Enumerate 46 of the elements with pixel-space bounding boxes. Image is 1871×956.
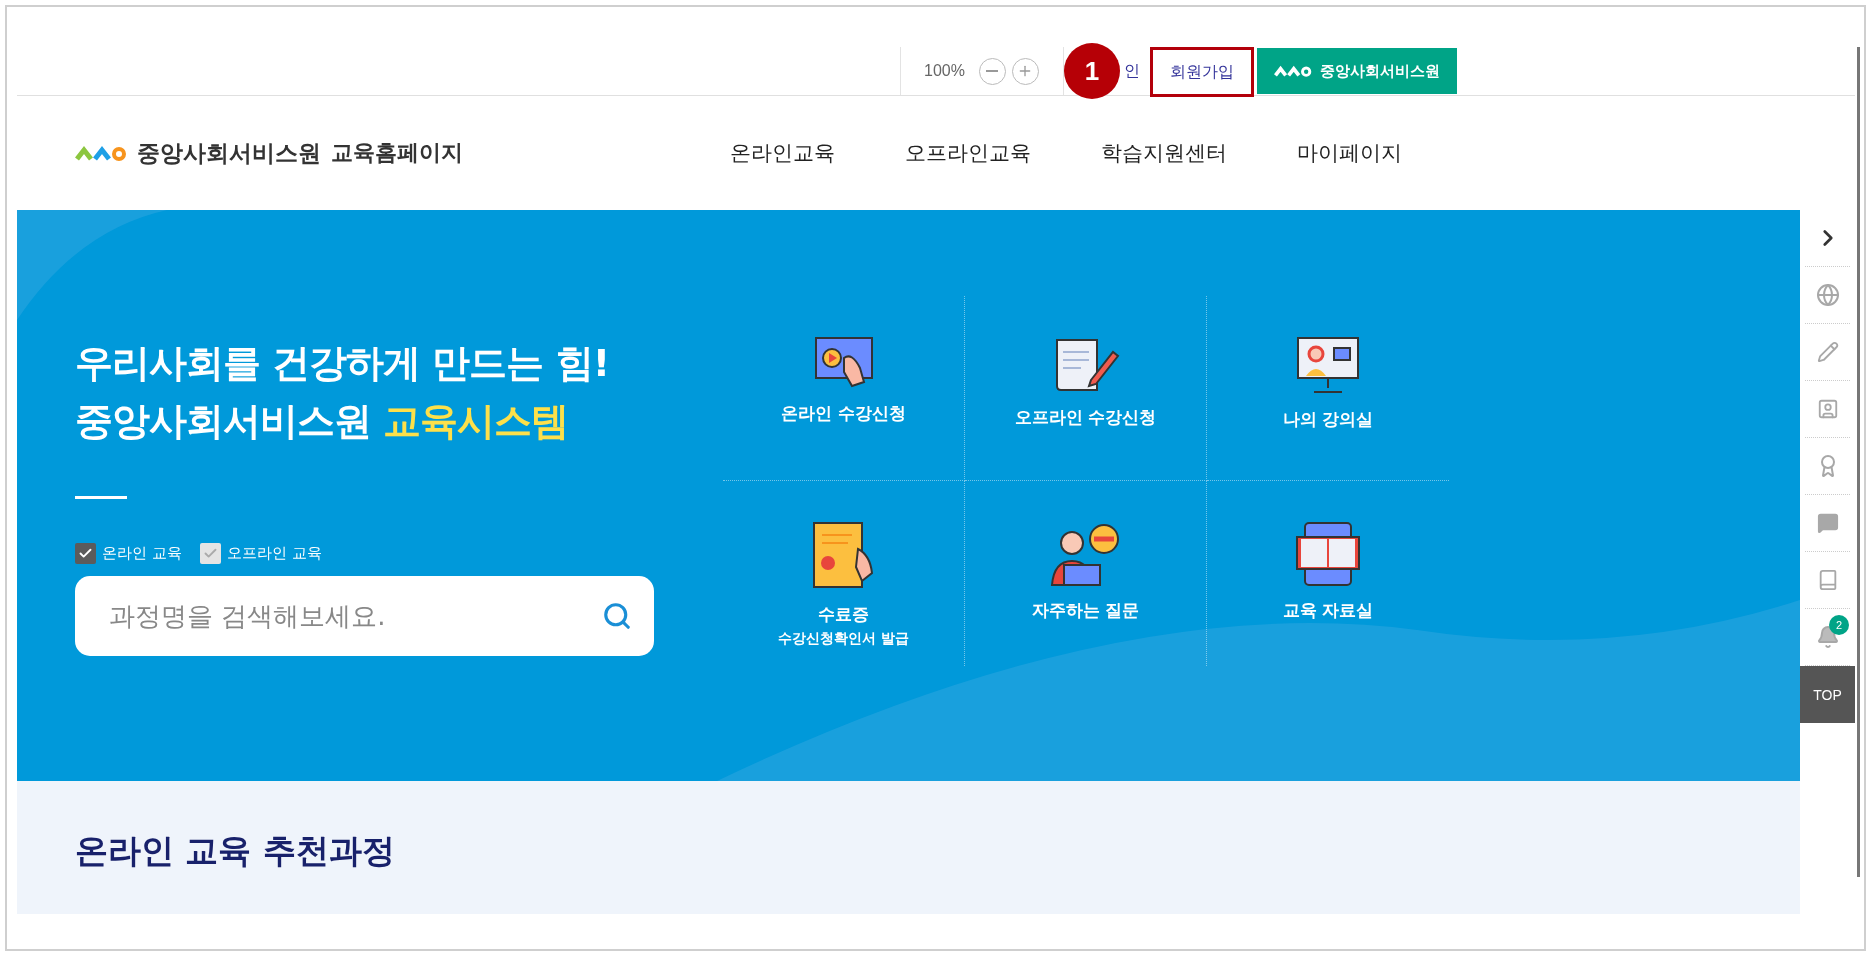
login-link[interactable]: 인 bbox=[1123, 60, 1140, 82]
zoom-in-button[interactable] bbox=[1011, 57, 1039, 85]
hero-headline: 우리사회를 건강하게 만드는 힘! bbox=[75, 340, 611, 387]
org-site-button[interactable]: 중앙사회서비스원 bbox=[1256, 48, 1457, 94]
shortcut-link[interactable]: 교육 자료실 bbox=[1207, 481, 1449, 666]
zoom-level: 100% bbox=[924, 62, 965, 80]
signup-link[interactable]: 회원가입 bbox=[1149, 47, 1254, 97]
section-title: 온라인 교육 추천과정 bbox=[75, 830, 396, 872]
nav-item[interactable]: 마이페이지 bbox=[1293, 139, 1406, 167]
hero-headline: 중앙사회서비스원 교육시스템 bbox=[75, 398, 570, 445]
tablet-book-icon bbox=[1295, 521, 1361, 587]
zoom-out-button[interactable] bbox=[978, 57, 1006, 85]
nav-item[interactable]: 학습지원센터 bbox=[1097, 139, 1231, 167]
certificate-hand-icon bbox=[811, 521, 876, 591]
check-icon bbox=[202, 546, 218, 561]
notification-button[interactable]: 2 bbox=[1805, 609, 1850, 666]
search-field[interactable]: 과정명을 검색해보세요. bbox=[75, 576, 654, 656]
shortcut-link[interactable]: 온라인 수강신청 bbox=[723, 296, 965, 481]
top-button[interactable]: TOP bbox=[1800, 666, 1855, 723]
minus-icon bbox=[986, 70, 999, 72]
step-number-badge: 1 bbox=[1063, 43, 1120, 99]
checkbox[interactable] bbox=[75, 543, 96, 564]
shortcut-link[interactable]: 수료증 수강신청확인서 발급 bbox=[723, 481, 965, 666]
filter-label: 온라인 교육 bbox=[102, 544, 182, 563]
shortcut-link[interactable]: 나의 강의실 bbox=[1207, 296, 1449, 481]
logo-icon bbox=[75, 145, 127, 161]
logo-name[interactable]: 중앙사회서비스원 bbox=[137, 137, 321, 169]
notification-count: 2 bbox=[1829, 615, 1849, 635]
search-icon[interactable] bbox=[602, 601, 632, 631]
video-touch-icon bbox=[813, 336, 874, 390]
checkbox[interactable] bbox=[199, 543, 221, 564]
shortcut-link[interactable]: 오프라인 수강신청 bbox=[965, 296, 1207, 481]
filter-label: 오프라인 교육 bbox=[226, 544, 322, 563]
check-icon bbox=[78, 546, 93, 561]
monitor-teacher-icon bbox=[1296, 336, 1360, 396]
logo-icon bbox=[1273, 65, 1312, 77]
nav-item[interactable]: 오프라인교육 bbox=[901, 139, 1035, 167]
filter-checkbox[interactable]: 온라인 교육 bbox=[75, 543, 182, 564]
pencil-icon bbox=[1816, 341, 1839, 363]
filter-checkbox[interactable]: 오프라인 교육 bbox=[199, 543, 322, 564]
id-card-icon bbox=[1816, 398, 1839, 420]
shortcut-link[interactable]: 자주하는 질문 bbox=[965, 481, 1207, 666]
globe-icon bbox=[1815, 283, 1840, 307]
logo-subtitle[interactable]: 교육홈페이지 bbox=[331, 138, 463, 168]
chat-bubble-icon bbox=[1816, 512, 1839, 534]
nav-item[interactable]: 온라인교육 bbox=[726, 139, 839, 167]
